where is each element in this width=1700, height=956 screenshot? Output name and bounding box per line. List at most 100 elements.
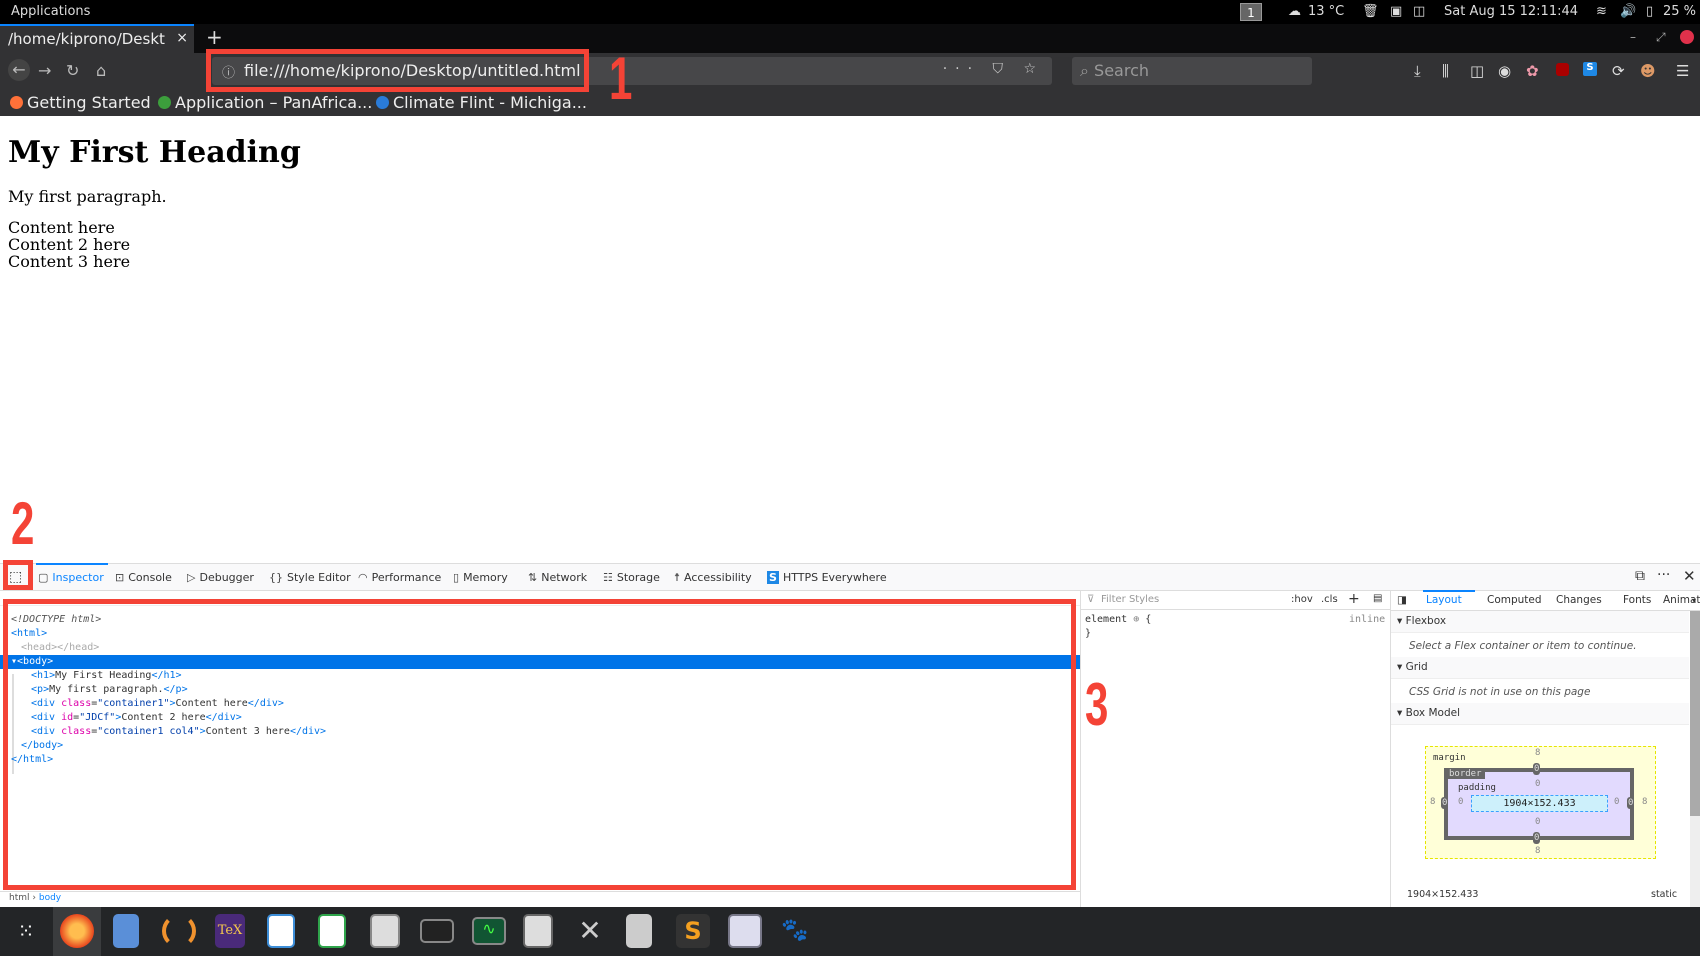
software-store-icon[interactable] [626,914,652,948]
ublock-icon[interactable] [1556,63,1569,76]
section-grid[interactable]: ▾ Grid [1391,657,1689,679]
tab-console[interactable]: ⊡ Console [115,571,172,584]
border-right[interactable]: 0 [1627,797,1635,809]
mixer-icon[interactable] [523,914,553,948]
rule-source[interactable]: inline [1349,614,1385,625]
bookmark-item[interactable]: Application – PanAfrica... [158,93,372,112]
bookmark-item[interactable]: Climate Flint - Michiga... [376,93,587,112]
texmaker-icon[interactable]: TeX [215,914,245,948]
padding-right[interactable]: 0 [1614,797,1619,807]
annotation-label-2: 2 [11,490,35,557]
bookmark-item[interactable]: Getting Started [10,93,151,112]
minimize-button[interactable]: – [1630,30,1636,44]
tab-memory[interactable]: ▯ Memory [453,571,508,584]
writer-icon[interactable] [267,914,295,948]
tab-inspector[interactable]: ▢ Inspector [38,571,104,584]
account-icon[interactable]: ◉ [1498,62,1511,80]
battery-icon[interactable]: ▯ [1646,4,1653,19]
tab-fonts[interactable]: Fonts [1623,594,1651,606]
more-options-icon[interactable]: ··· [1657,567,1670,583]
close-devtools-icon[interactable]: ✕ [1683,567,1696,585]
border-top[interactable]: 0 [1533,763,1541,775]
box-model-content[interactable]: 1904×152.433 [1471,795,1608,812]
settings-tools-icon[interactable]: ✕ [573,914,607,948]
search-bar[interactable]: ⌕ Search [1072,57,1312,85]
hov-button[interactable]: :hov [1291,594,1313,605]
border-left[interactable]: 0 [1441,797,1449,809]
margin-top[interactable]: 8 [1535,748,1540,758]
padding-top[interactable]: 0 [1535,779,1540,789]
sublime-text-icon[interactable]: S [676,914,710,948]
library-icon[interactable]: ⫼ [1442,62,1449,80]
tab-performance[interactable]: ◠ Performance [358,571,441,584]
padding-bottom[interactable]: 0 [1535,817,1540,827]
extension-sync-icon[interactable]: ⟳ [1612,62,1625,80]
tab-debugger[interactable]: ▷ Debugger [187,571,254,584]
tab-changes[interactable]: Changes [1556,594,1602,606]
new-tab-button[interactable]: + [206,25,223,49]
dock-side-icon[interactable]: ⧉ [1635,568,1645,584]
home-button[interactable]: ⌂ [96,61,106,80]
eclipse-icon[interactable] [162,914,196,948]
tab-close-icon[interactable]: × [176,30,188,46]
margin-bottom[interactable]: 8 [1535,846,1540,856]
margin-right[interactable]: 8 [1642,797,1647,807]
app-grid-icon[interactable]: ⁙ [9,914,43,948]
menu-icon[interactable]: ☰ [1676,62,1689,80]
workspace-indicator[interactable]: 1 [1240,3,1262,21]
extension-owl-icon[interactable]: ☻ [1640,62,1656,80]
filter-styles-input[interactable]: Filter Styles [1101,594,1159,605]
https-everywhere-icon[interactable]: S [1583,62,1597,76]
padding-left[interactable]: 0 [1458,797,1463,807]
sidebar-icon[interactable]: ◫ [1470,62,1484,80]
cls-button[interactable]: .cls [1321,594,1338,605]
top-panel: Applications 1 ☁ 13 °C 🗑 ▣ ◫ Sat Aug 15 … [0,0,1700,24]
storage-icon: ☷ [603,571,613,584]
back-button[interactable]: ← [8,59,30,81]
browser-tab[interactable]: /home/kiprono/Deskt × [0,24,194,53]
section-box-model[interactable]: ▾ Box Model [1391,703,1689,725]
spreadsheet-icon[interactable] [318,914,346,948]
tab-network[interactable]: ⇅ Network [528,571,587,584]
weather-temp[interactable]: 13 °C [1308,4,1344,19]
tab-storage[interactable]: ☷ Storage [603,571,660,584]
reload-button[interactable]: ↻ [66,61,79,80]
forward-button[interactable]: → [38,61,51,80]
gimp-icon[interactable]: 🐾 [778,914,812,948]
border-bottom[interactable]: 0 [1533,832,1541,844]
calculator-icon[interactable] [370,914,400,948]
breadcrumb-html[interactable]: html [9,893,30,903]
section-flexbox[interactable]: ▾ Flexbox [1391,611,1689,633]
toggle-sidebar-icon[interactable]: ◨ [1397,594,1407,606]
display-icon[interactable]: ◫ [1413,4,1425,19]
system-monitor-icon[interactable]: ∿ [472,917,506,945]
window-layout-icon[interactable]: ▣ [1390,4,1402,19]
clock[interactable]: Sat Aug 15 12:11:44 [1444,4,1578,19]
downloads-icon[interactable]: ⤓ [1414,62,1421,80]
extension-icon[interactable]: ✿ [1526,62,1539,80]
tab-style-editor[interactable]: {} Style Editor [269,571,351,584]
tab-computed[interactable]: Computed [1487,594,1542,606]
wifi-icon[interactable]: ≋ [1596,4,1607,19]
trash-icon[interactable]: 🗑 [1362,4,1379,19]
add-rule-button[interactable]: + [1348,591,1360,607]
breadcrumb-body[interactable]: body [39,893,61,903]
tab-layout[interactable]: Layout [1426,594,1462,606]
margin-left[interactable]: 8 [1430,797,1435,807]
tab-accessibility[interactable]: ☨ Accessibility [674,571,752,584]
screenshot-icon[interactable] [728,914,762,948]
tab-https-everywhere[interactable]: S HTTPS Everywhere [767,571,887,584]
filter-icon: ⊽ [1087,594,1095,605]
chevron-down-icon[interactable]: ▾ [1692,596,1696,605]
files-icon[interactable] [113,914,139,948]
firefox-icon[interactable] [60,914,94,948]
volume-icon[interactable]: 🔊 [1620,4,1636,19]
terminal-icon[interactable] [420,919,454,943]
maximize-button[interactable]: ⤢ [1656,30,1666,45]
scrollbar-thumb[interactable] [1690,611,1700,816]
applications-menu[interactable]: Applications [11,4,90,19]
rule-selector[interactable]: element ⊕ { [1085,614,1151,625]
close-window-button[interactable] [1680,30,1694,44]
page-actions[interactable]: ··· ⛉ ☆ [943,61,1044,77]
print-media-icon[interactable]: ▤ [1373,593,1382,604]
